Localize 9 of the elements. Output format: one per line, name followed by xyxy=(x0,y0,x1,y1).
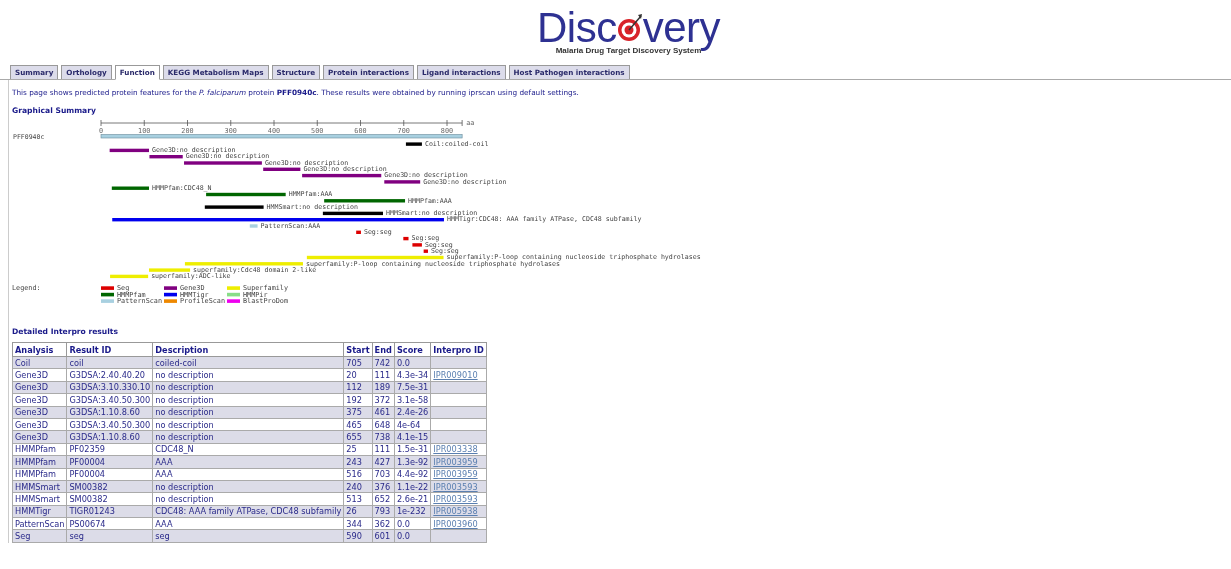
column-header: Analysis xyxy=(12,342,67,357)
column-header: Description xyxy=(152,342,344,357)
target-icon xyxy=(616,13,643,43)
column-header: Result ID xyxy=(66,342,153,357)
column-header: Start xyxy=(343,342,373,357)
column-header: Interpro ID xyxy=(430,342,487,357)
column-header: End xyxy=(372,342,395,357)
column-header: Score xyxy=(394,342,431,357)
logo-text: Disc xyxy=(537,8,617,48)
